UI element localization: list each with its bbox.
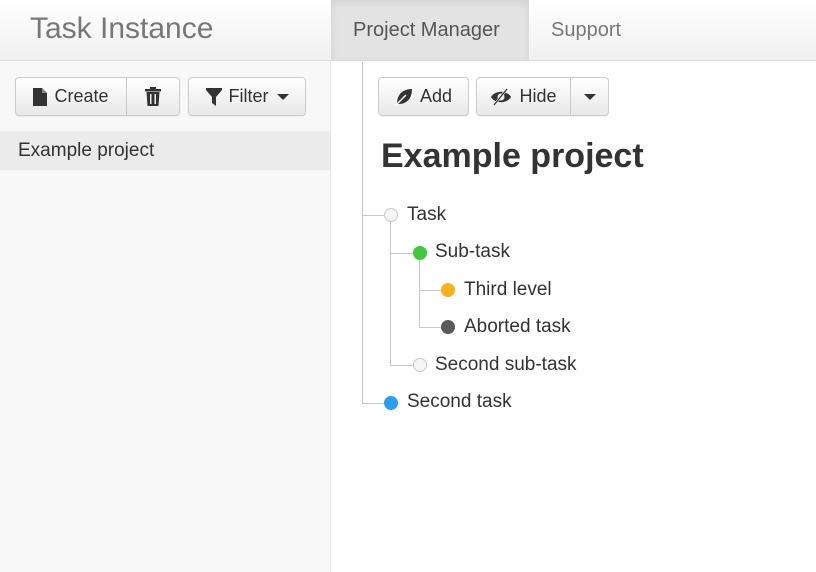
status-dot-icon — [441, 320, 455, 334]
tree-branch-line — [390, 365, 413, 366]
tree-branch-line — [390, 253, 413, 254]
status-dot-icon — [413, 358, 427, 372]
sidebar: Create Filter Example project — [0, 62, 331, 572]
add-button[interactable]: Add — [378, 77, 469, 116]
status-dot-icon — [441, 283, 455, 297]
tree-branch-line — [419, 327, 441, 328]
top-navbar: Task Instance Project Manager Support — [0, 0, 816, 61]
create-button-label: Create — [54, 86, 109, 106]
page-title: Example project — [381, 137, 644, 175]
hide-button-label: Hide — [519, 86, 557, 106]
status-dot-icon — [384, 396, 398, 410]
task-label: Aborted task — [464, 316, 571, 337]
task-label: Second sub-task — [435, 354, 577, 375]
chevron-down-icon — [276, 93, 289, 100]
tree-trunk-line — [390, 222, 391, 365]
tree-branch-line — [362, 403, 384, 404]
tree-trunk-line — [419, 260, 420, 328]
tree-branch-line — [362, 215, 384, 216]
filter-button-label: Filter — [228, 86, 269, 106]
tab-support[interactable]: Support — [529, 0, 643, 60]
leaf-icon — [395, 88, 413, 106]
hide-options-dropdown[interactable] — [571, 77, 609, 116]
task-label: Third level — [464, 279, 552, 300]
task-label: Second task — [407, 391, 512, 412]
delete-button[interactable] — [127, 77, 180, 116]
tree-branch-line — [419, 290, 441, 291]
tab-project-manager[interactable]: Project Manager — [331, 0, 529, 60]
add-button-label: Add — [419, 86, 453, 106]
filter-button[interactable]: Filter — [188, 77, 306, 116]
file-icon — [33, 87, 48, 106]
app-brand[interactable]: Task Instance — [30, 12, 213, 46]
filter-icon — [205, 87, 222, 106]
status-dot-icon — [384, 208, 398, 222]
tree-trunk-line — [362, 62, 363, 403]
trash-icon — [145, 87, 161, 106]
task-label: Task — [407, 204, 447, 225]
task-label: Sub-task — [435, 241, 510, 262]
hide-button[interactable]: Hide — [476, 77, 571, 116]
status-dot-icon — [413, 246, 427, 260]
eye-slash-icon — [490, 87, 512, 106]
project-list-item[interactable]: Example project — [0, 131, 330, 170]
chevron-down-icon — [583, 93, 596, 100]
create-button[interactable]: Create — [15, 77, 127, 116]
